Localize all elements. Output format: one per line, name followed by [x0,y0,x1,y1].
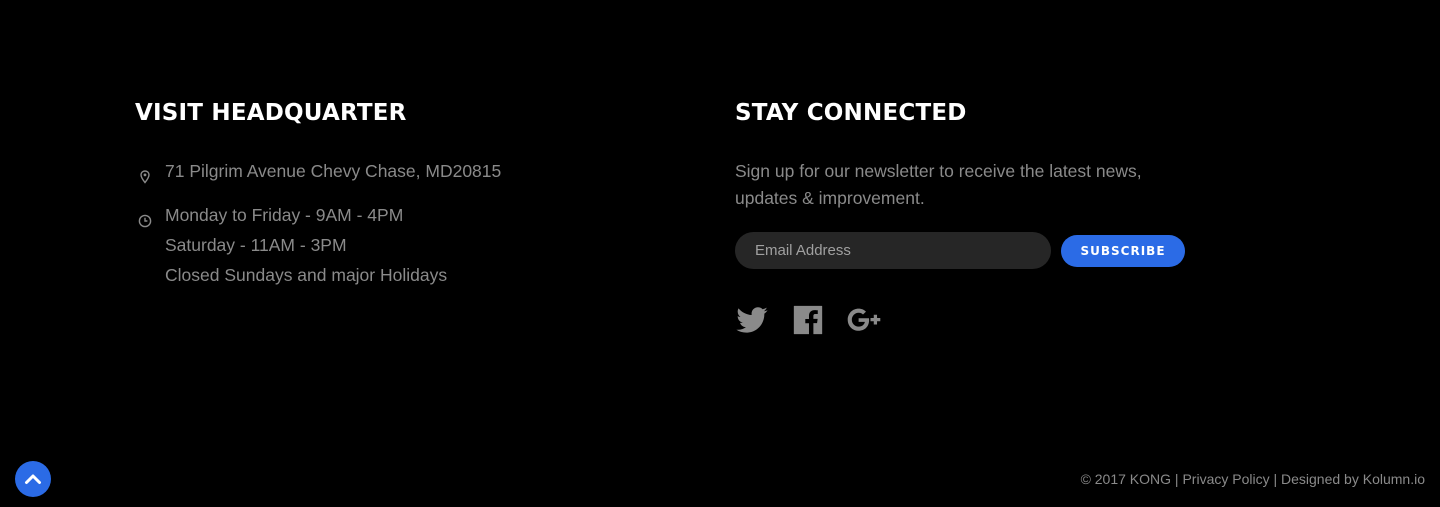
hours-closed: Closed Sundays and major Holidays [165,265,448,285]
subscribe-form: SUBSCRIBE [735,232,1215,269]
privacy-policy-link[interactable]: Privacy Policy [1182,471,1269,487]
facebook-link[interactable] [791,303,825,337]
address-row: 71 Pilgrim Avenue Chevy Chase, MD20815 [135,156,655,186]
copyright-text: © 2017 KONG [1080,471,1172,487]
twitter-icon [736,307,768,333]
copyright-bar: © 2017 KONG | Privacy Policy | Designed … [1081,470,1425,488]
hours-saturday: Saturday - 11AM - 3PM [165,235,347,255]
hours-weekday: Monday to Friday - 9AM - 4PM [165,205,404,225]
google-plus-link[interactable] [847,303,881,337]
separator: | [1269,471,1282,487]
map-pin-icon [138,163,152,184]
back-to-top-button[interactable] [15,461,51,497]
twitter-link[interactable] [735,303,769,337]
newsletter-title: STAY CONNECTED [735,100,967,126]
newsletter-section: STAY CONNECTED Sign up for our newslette… [735,98,1215,337]
separator: | [1171,471,1183,487]
social-links [735,303,1215,337]
address-text: 71 Pilgrim Avenue Chevy Chase, MD20815 [165,161,502,181]
google-plus-icon [847,308,881,331]
newsletter-description: Sign up for our newsletter to receive th… [735,161,1142,208]
email-input[interactable] [735,232,1051,269]
headquarter-title: VISIT HEADQUARTER [135,100,407,126]
chevron-up-icon [25,474,41,484]
subscribe-button[interactable]: SUBSCRIBE [1061,235,1185,267]
headquarter-section: VISIT HEADQUARTER 71 Pilgrim Avenue Chev… [135,98,655,290]
hours-row: Monday to Friday - 9AM - 4PM Saturday - … [135,200,655,290]
facebook-icon [793,305,823,335]
clock-icon [138,207,152,228]
designed-by-link[interactable]: Designed by Kolumn.io [1281,471,1425,487]
